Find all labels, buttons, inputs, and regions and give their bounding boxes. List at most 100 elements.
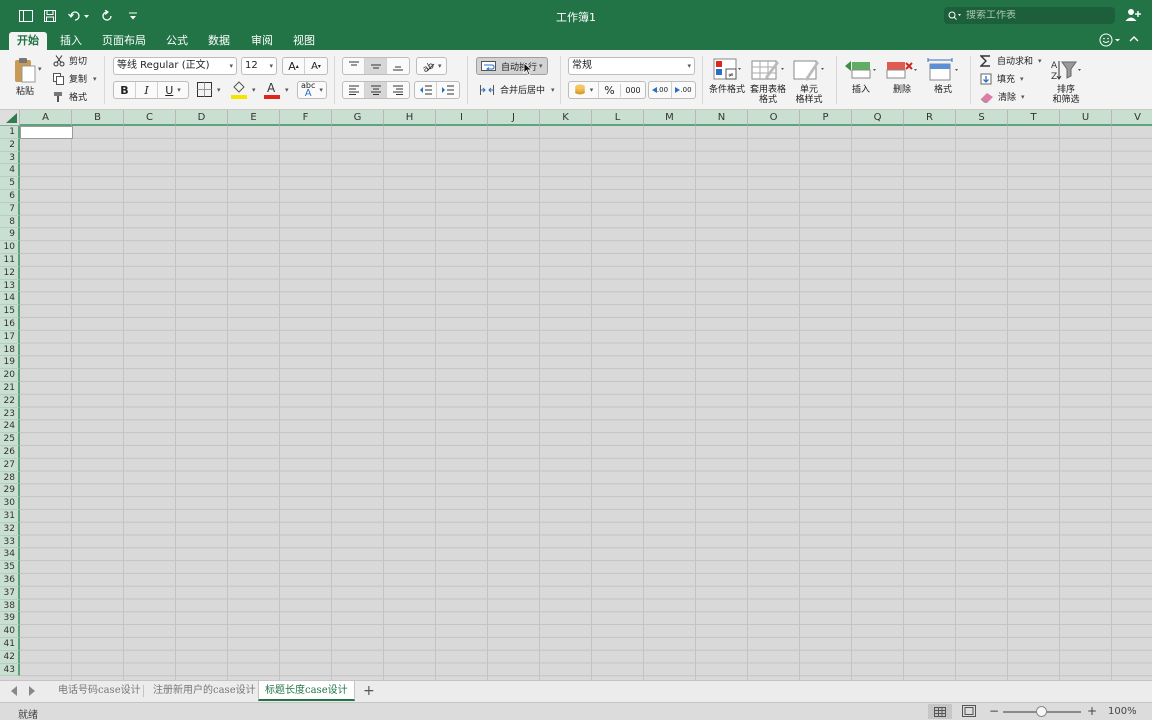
zoom-in-button[interactable]: + xyxy=(1087,704,1097,718)
row-header[interactable]: 4 xyxy=(0,164,20,178)
underline-button[interactable]: U ▾ xyxy=(158,82,188,98)
cell-area[interactable] xyxy=(20,126,1152,680)
fill-color-button[interactable]: ▾ xyxy=(231,81,256,99)
add-sheet-button[interactable]: + xyxy=(363,683,375,699)
column-header[interactable]: F xyxy=(280,110,332,126)
zoom-out-button[interactable]: − xyxy=(989,704,999,718)
phonetic-button[interactable]: abc A ▾ xyxy=(297,81,327,99)
borders-button[interactable]: ▾ xyxy=(197,82,221,97)
row-header[interactable]: 43 xyxy=(0,663,20,677)
tab-review[interactable]: 审阅 xyxy=(243,32,281,50)
column-header[interactable]: R xyxy=(904,110,956,126)
row-header[interactable]: 20 xyxy=(0,369,20,382)
sheet-tab-phone[interactable]: 电话号码case设计 xyxy=(52,681,147,701)
row-header[interactable]: 42 xyxy=(0,650,20,664)
row-header[interactable]: 38 xyxy=(0,599,20,613)
column-header[interactable]: H xyxy=(384,110,436,126)
paste-button[interactable] xyxy=(8,54,42,86)
row-header[interactable]: 29 xyxy=(0,484,20,498)
row-header[interactable]: 35 xyxy=(0,561,20,574)
row-header[interactable]: 2 xyxy=(0,138,20,152)
column-header[interactable]: G xyxy=(332,110,384,126)
italic-button[interactable]: I xyxy=(136,82,158,98)
row-header[interactable]: 25 xyxy=(0,433,20,446)
column-header[interactable]: D xyxy=(176,110,228,126)
row-header[interactable]: 37 xyxy=(0,586,20,600)
row-header[interactable]: 11 xyxy=(0,254,20,267)
row-header[interactable]: 40 xyxy=(0,625,20,638)
search-input[interactable] xyxy=(966,10,1106,21)
row-header[interactable]: 19 xyxy=(0,356,20,370)
sheet-tab-register[interactable]: 注册新用户的case设计 xyxy=(147,681,262,701)
decrease-indent-icon[interactable] xyxy=(415,82,437,98)
next-sheet-icon[interactable] xyxy=(28,686,36,699)
row-header[interactable]: 15 xyxy=(0,305,20,318)
orientation-button[interactable]: ab ▾ xyxy=(416,57,447,75)
column-header[interactable]: I xyxy=(436,110,488,126)
copy-button[interactable]: 复制 ▾ xyxy=(53,72,97,85)
row-header[interactable]: 10 xyxy=(0,241,20,254)
row-header[interactable]: 18 xyxy=(0,343,20,357)
align-center-icon[interactable] xyxy=(365,82,387,98)
row-header[interactable]: 39 xyxy=(0,612,20,626)
row-header[interactable]: 8 xyxy=(0,215,20,229)
column-header[interactable]: V xyxy=(1112,110,1152,126)
font-color-button[interactable]: A ▾ xyxy=(264,81,289,99)
row-header[interactable]: 7 xyxy=(0,202,20,216)
select-all-corner[interactable] xyxy=(0,110,20,126)
column-header[interactable]: S xyxy=(956,110,1008,126)
font-name-select[interactable]: 等线 Regular (正文) ▾ xyxy=(113,57,237,75)
column-header[interactable]: E xyxy=(228,110,280,126)
zoom-slider-thumb[interactable] xyxy=(1036,706,1047,717)
accounting-format-button[interactable]: ▾ xyxy=(569,82,599,98)
save-icon[interactable] xyxy=(40,8,60,24)
row-header[interactable]: 6 xyxy=(0,190,20,203)
font-size-select[interactable]: 12 ▾ xyxy=(241,57,277,75)
fill-button[interactable]: 填充 ▾ xyxy=(980,72,1024,85)
active-cell-a1[interactable] xyxy=(20,126,73,139)
row-header[interactable]: 23 xyxy=(0,407,20,421)
row-header[interactable]: 13 xyxy=(0,279,20,293)
row-header[interactable]: 27 xyxy=(0,458,20,472)
format-as-table-button[interactable] xyxy=(750,56,786,84)
row-header[interactable]: 5 xyxy=(0,177,20,190)
tab-home[interactable]: 开始 xyxy=(9,32,47,50)
clear-button[interactable]: 清除 ▾ xyxy=(980,90,1025,103)
column-header[interactable]: L xyxy=(592,110,644,126)
align-bottom-icon[interactable] xyxy=(387,58,409,74)
row-header[interactable]: 9 xyxy=(0,228,20,242)
smiley-feedback-icon[interactable] xyxy=(1099,33,1121,50)
column-header[interactable]: M xyxy=(644,110,696,126)
align-left-icon[interactable] xyxy=(343,82,365,98)
undo-icon[interactable] xyxy=(66,8,92,24)
row-header[interactable]: 3 xyxy=(0,151,20,165)
row-header[interactable]: 12 xyxy=(0,266,20,280)
collapse-ribbon-icon[interactable] xyxy=(1128,34,1140,47)
worksheet-grid[interactable]: ABCDEFGHIJKLMNOPQRSTUV 1 2 3 4 5 6 7 8 9 10 11 12 13… xyxy=(0,110,1152,680)
autosum-button[interactable]: 自动求和 ▾ xyxy=(980,54,1042,67)
increase-indent-icon[interactable] xyxy=(437,82,459,98)
add-person-icon[interactable] xyxy=(1125,8,1141,25)
sidebar-toggle-icon[interactable] xyxy=(16,8,36,24)
increase-font-size-icon[interactable]: A ▴ xyxy=(283,58,305,74)
column-header[interactable]: P xyxy=(800,110,852,126)
row-header[interactable]: 21 xyxy=(0,382,20,395)
column-header[interactable]: T xyxy=(1008,110,1060,126)
row-header[interactable]: 24 xyxy=(0,420,20,434)
row-header[interactable]: 32 xyxy=(0,522,20,536)
align-middle-icon[interactable] xyxy=(365,58,387,74)
page-layout-view-icon[interactable] xyxy=(962,705,976,720)
row-header[interactable]: 34 xyxy=(0,548,20,562)
tab-data[interactable]: 数据 xyxy=(200,32,238,50)
cut-button[interactable]: 剪切 xyxy=(53,54,87,67)
row-header[interactable]: 14 xyxy=(0,292,20,306)
cell-styles-button[interactable] xyxy=(792,56,826,84)
column-header[interactable]: O xyxy=(748,110,800,126)
increase-decimal-button[interactable]: .00 xyxy=(649,82,672,98)
format-painter-button[interactable]: 格式 xyxy=(53,90,87,103)
row-header[interactable]: 28 xyxy=(0,471,20,485)
row-header[interactable]: 33 xyxy=(0,535,20,549)
search-box[interactable] xyxy=(944,7,1115,24)
row-header[interactable]: 26 xyxy=(0,446,20,459)
number-format-select[interactable]: 常规 ▾ xyxy=(568,57,695,75)
